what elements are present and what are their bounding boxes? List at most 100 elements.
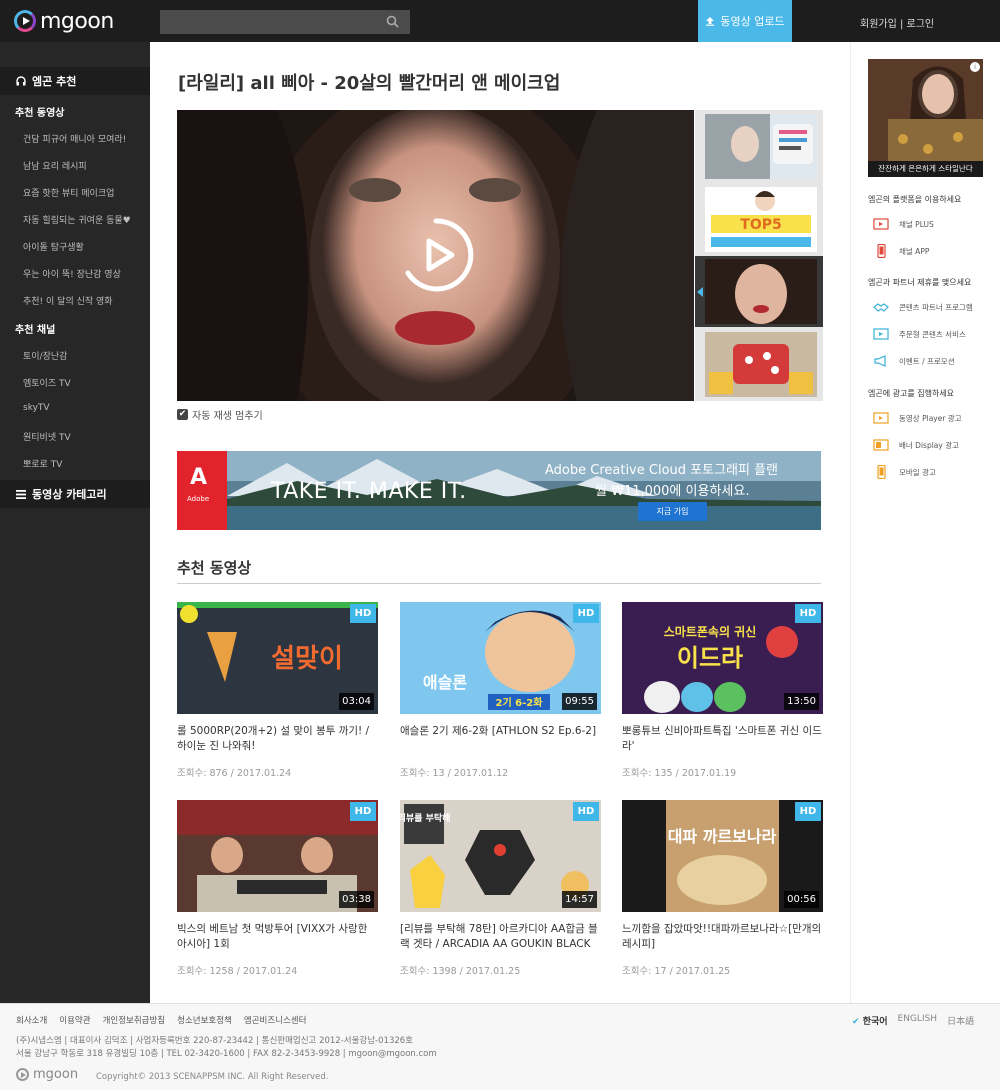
search-icon[interactable] xyxy=(386,15,399,28)
playlist-thumb[interactable] xyxy=(705,114,817,179)
thumb-text-5: 리뷰를 부탁해 xyxy=(400,812,450,824)
video-title[interactable]: [리뷰를 부탁해 78탄] 아르카디아 AA합금 블랙 겟타 / ARCADIA… xyxy=(400,922,601,952)
sidebar-section-videos: 추천 동영상 xyxy=(15,108,65,119)
rail-section-partner: 엠곤과 파트너 제휴를 맺으세요 xyxy=(868,278,972,287)
rail-item-channel-plus[interactable]: 채널 PLUS xyxy=(873,217,934,231)
sidebar-item[interactable]: 우는 아이 뚝! 장난감 영상 xyxy=(23,267,121,280)
sidebar-item[interactable]: 요즘 핫한 뷰티 메이크업 xyxy=(23,186,114,199)
rail-item-label: 채널 PLUS xyxy=(899,219,934,229)
video-thumbnail[interactable]: 설맞이 HD 03:04 xyxy=(177,602,378,714)
footer: 회사소개 이용약관 개인정보취급방침 청소년보호정책 엠곤비즈니스센터 (주)시… xyxy=(0,1003,1000,1090)
sidebar-channel[interactable]: 뽀로로 TV xyxy=(23,457,62,470)
play-icon[interactable] xyxy=(398,217,474,293)
playlist: TOP5 xyxy=(695,110,823,401)
rail-item-banner-ad[interactable]: 배너 Display 광고 xyxy=(873,438,959,452)
video-title[interactable]: 빅스의 베트남 첫 먹방투어 [VIXX가 사랑한 아시아] 1회 xyxy=(177,922,378,952)
play-box-icon xyxy=(873,218,889,230)
video-player[interactable] xyxy=(177,110,694,401)
video-title[interactable]: 뽀롱튜브 신비아파트특집 '스마트폰 귀신 이드라' xyxy=(622,724,823,754)
autoplay-toggle[interactable]: ✔ 자동 재생 멈추기 xyxy=(177,407,263,422)
hd-badge: HD xyxy=(350,802,376,821)
rail-item-label: 콘텐츠 파트너 프로그램 xyxy=(899,302,973,312)
footer-link[interactable]: 엠곤비즈니스센터 xyxy=(244,1014,307,1026)
view-count: 조회수: 17 xyxy=(622,966,667,977)
lang-japanese[interactable]: 日本語 xyxy=(947,1014,974,1027)
logo-text: mgoon xyxy=(40,8,114,34)
sidebar-item[interactable]: 아이돌 탐구생활 xyxy=(23,240,84,253)
thumb-text-3a: 스마트폰속의 귀신 xyxy=(664,624,757,639)
sidebar-item[interactable]: 자동 힐링되는 귀여운 동물♥ xyxy=(23,213,131,226)
duration-badge: 03:38 xyxy=(339,891,374,908)
upload-icon xyxy=(706,17,715,26)
footer-link[interactable]: 청소년보호정책 xyxy=(177,1014,232,1026)
video-title[interactable]: 롤 5000RP(20개+2) 설 맞이 봉투 까기! / 하이눈 진 나와줘! xyxy=(177,724,378,754)
signup-login-link[interactable]: 회원가입 | 로그인 xyxy=(860,15,934,30)
rail-section-ads: 엠곤에 광고를 집행하세요 xyxy=(868,389,955,398)
duration-badge: 09:55 xyxy=(562,693,597,710)
hd-badge: HD xyxy=(573,802,599,821)
footer-logo: mgoon xyxy=(16,1067,78,1082)
search-input[interactable] xyxy=(160,10,410,34)
company-info: (주)시냅스엠 | 대표이사 김덕조 | 사업자등록번호 220-87-2344… xyxy=(16,1036,413,1046)
hd-badge: HD xyxy=(350,604,376,623)
sidebar-item[interactable]: 추천! 이 달의 신작 영화 xyxy=(23,294,113,307)
sidebar-recommend-head[interactable]: 엠곤 추천 xyxy=(0,67,150,95)
mobile-ad-icon xyxy=(877,465,886,479)
upload-label: 동영상 업로드 xyxy=(720,15,785,28)
sidebar-category-head[interactable]: 동영상 카테고리 xyxy=(0,480,150,508)
upload-button[interactable]: 동영상 업로드 xyxy=(698,0,792,42)
footer-logo-icon xyxy=(16,1068,29,1081)
sidebar-channel[interactable]: 토이/장난감 xyxy=(23,349,67,362)
view-count: 조회수: 135 xyxy=(622,768,673,779)
company-address: 서울 강남구 학동로 318 유경빌딩 10층 | TEL 02-3420-16… xyxy=(16,1049,437,1059)
ad-banner[interactable]: A Adobe TAKE IT. MAKE IT. Adobe Creative… xyxy=(177,451,821,530)
rail-item-label: 배너 Display 광고 xyxy=(899,440,960,450)
sidebar-channel[interactable]: 원티비넷 TV xyxy=(23,430,71,443)
lang-english[interactable]: ENGLISH xyxy=(898,1014,938,1027)
sidebar-section-channels: 추천 채널 xyxy=(15,325,56,336)
video-title[interactable]: 느끼함을 잡았따앗!!대파까르보나라☆[만개의레시피] xyxy=(622,922,823,952)
rail-item-event[interactable]: 이벤트 / 프로모션 xyxy=(873,354,955,368)
rail-item-player-ad[interactable]: 동영상 Player 광고 xyxy=(873,411,962,425)
rail-ad[interactable]: i 잔잔하게 은은하게 스타일난다 xyxy=(868,59,983,177)
upload-date: / 2017.01.25 xyxy=(459,966,521,977)
sidebar-channel[interactable]: 엠토이즈 TV xyxy=(23,376,71,389)
footer-link[interactable]: 이용약관 xyxy=(59,1014,90,1026)
banner-line-1: Adobe Creative Cloud 포토그래피 플랜 xyxy=(545,463,779,478)
upload-date: / 2017.01.24 xyxy=(236,966,298,977)
logo[interactable]: mgoon xyxy=(14,8,114,34)
upload-date: / 2017.01.19 xyxy=(675,768,737,779)
video-thumbnail[interactable]: 스마트폰속의 귀신 이드라 HD 13:50 xyxy=(622,602,823,714)
mobile-icon xyxy=(877,244,886,258)
video-thumbnail[interactable]: 대파 까르보나라 HD 00:56 xyxy=(622,800,823,912)
playlist-thumb[interactable]: TOP5 xyxy=(705,187,817,252)
playlist-thumb-active[interactable] xyxy=(695,256,823,327)
rail-item-mobile-ad[interactable]: 모바일 광고 xyxy=(873,465,936,479)
info-icon[interactable]: i xyxy=(970,62,980,72)
video-thumbnail[interactable]: 리뷰를 부탁해 HD 14:57 xyxy=(400,800,601,912)
banner-join-button[interactable]: 지금 가입 xyxy=(638,502,707,521)
content-box-icon xyxy=(873,328,889,340)
sidebar-item[interactable]: 남남 요리 레시피 xyxy=(23,159,87,172)
video-thumbnail[interactable]: 애슬론 2기 6-2화 HD 09:55 xyxy=(400,602,601,714)
lang-korean[interactable]: ✔ 한국어 xyxy=(852,1014,888,1027)
rail-item-channel-app[interactable]: 채널 APP xyxy=(873,244,929,258)
video-title[interactable]: 애슬론 2기 제6-2화 [ATHLON S2 Ep.6-2] xyxy=(400,724,601,739)
video-thumbnail[interactable]: HD 03:38 xyxy=(177,800,378,912)
rail-item-label: 채널 APP xyxy=(899,246,930,256)
rail-item-label: 이벤트 / 프로모션 xyxy=(899,356,955,366)
rail-item-label: 동영상 Player 광고 xyxy=(899,413,962,423)
footer-links: 회사소개 이용약관 개인정보취급방침 청소년보호정책 엠곤비즈니스센터 xyxy=(16,1014,306,1026)
sidebar-channel[interactable]: skyTV xyxy=(23,403,50,413)
rail-item-partner-program[interactable]: 콘텐츠 파트너 프로그램 xyxy=(873,300,973,314)
video-meta: 조회수: 13 / 2017.01.12 xyxy=(400,765,508,779)
playlist-thumb[interactable] xyxy=(705,332,817,397)
upload-date: / 2017.01.24 xyxy=(230,768,292,779)
thumb-text-2b: 2기 6-2화 xyxy=(496,696,544,709)
rail-item-content-service[interactable]: 주문형 콘텐츠 서비스 xyxy=(873,327,966,341)
checkbox-icon[interactable]: ✔ xyxy=(177,409,188,420)
logo-play-icon xyxy=(14,10,36,32)
footer-link[interactable]: 개인정보취급방침 xyxy=(103,1014,166,1026)
sidebar-item[interactable]: 건담 피규어 매니아 모여라! xyxy=(23,132,126,145)
footer-link[interactable]: 회사소개 xyxy=(16,1014,47,1026)
